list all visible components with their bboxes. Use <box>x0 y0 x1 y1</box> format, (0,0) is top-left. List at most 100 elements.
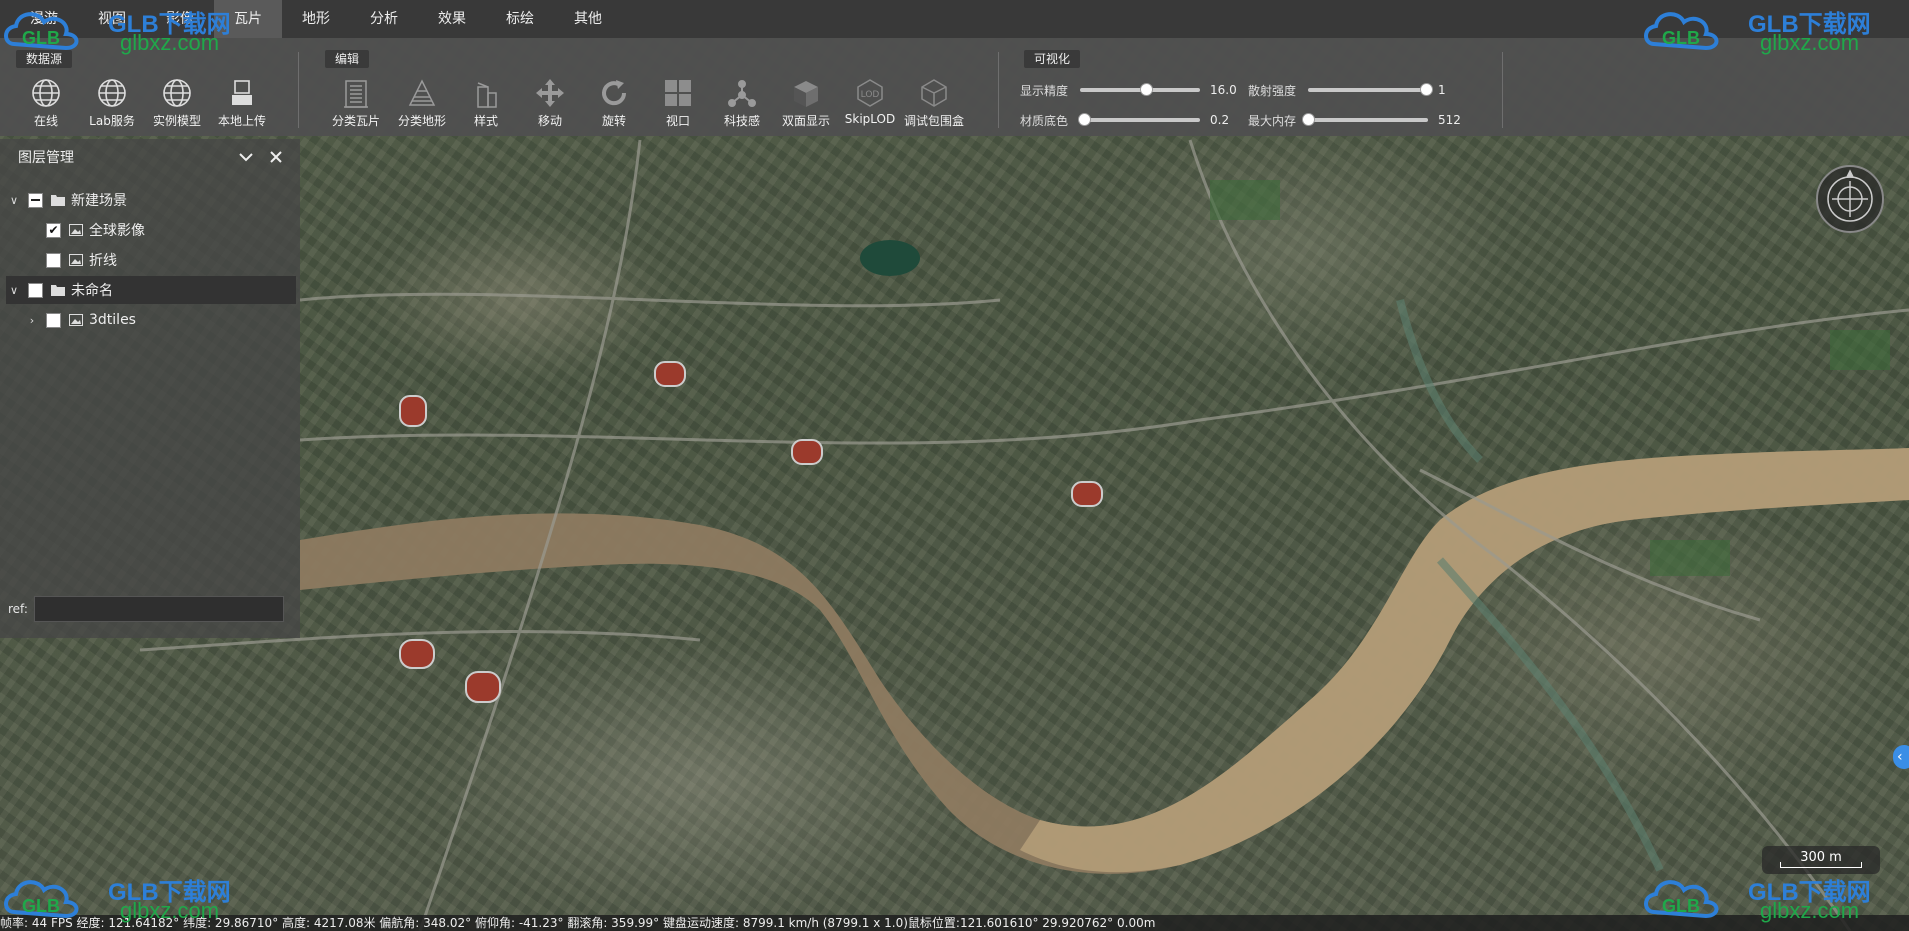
layer-panel-title: 图层管理 <box>18 150 74 166</box>
tree-checkbox[interactable] <box>28 192 43 208</box>
tree-node-new-scene[interactable]: ∨ 新建场景 <box>6 186 296 214</box>
globe-icon <box>163 79 191 107</box>
watermark-site: glbxz.com <box>120 898 220 923</box>
tree-node-label: 折线 <box>89 253 117 269</box>
group-title-visual: 可视化 <box>1024 50 1081 68</box>
slider-value: 1 <box>1438 83 1446 97</box>
bounding-box-icon <box>921 79 947 107</box>
debug-bounding-box-button[interactable]: 调试包围盒 <box>902 76 966 132</box>
menu-effects[interactable]: 效果 <box>418 0 486 38</box>
side-panel-toggle[interactable]: ‹ <box>1893 745 1909 769</box>
slider-value: 512 <box>1438 113 1461 127</box>
watermark-logo: GLB GLB下载网 glbxz.com <box>1640 868 1900 924</box>
watermark-site: glbxz.com <box>120 30 220 55</box>
scatter-intensity-slider: 散射强度 1 <box>1248 80 1446 100</box>
tree-checkbox[interactable] <box>46 252 61 268</box>
ribbon-divider <box>1502 52 1503 128</box>
folder-icon <box>51 195 65 206</box>
classify-terrain-button[interactable]: 分类地形 <box>390 76 454 132</box>
cloud-logo-icon: GLB <box>4 12 79 51</box>
image-icon <box>69 314 83 326</box>
ribbon-toolbar: 数据源 在线 Lab服务 实例模型 本地上传 编辑 分类瓦片 分类地形 样式 移… <box>0 38 1909 136</box>
tree-checkbox[interactable] <box>28 282 43 298</box>
cloud-logo-icon: GLB <box>1644 12 1719 51</box>
upload-icon <box>232 80 252 105</box>
viewport-icon <box>665 80 691 106</box>
local-upload-button[interactable]: 本地上传 <box>210 76 274 132</box>
watermark-site: glbxz.com <box>1760 30 1860 55</box>
slider-track[interactable] <box>1308 83 1433 96</box>
chevron-down-icon[interactable] <box>238 149 254 165</box>
menu-other[interactable]: 其他 <box>554 0 622 38</box>
ref-input[interactable] <box>33 596 284 622</box>
move-button[interactable]: 移动 <box>518 76 582 132</box>
tree-node-label: 新建场景 <box>71 193 127 209</box>
expand-arrow-icon[interactable]: ∨ <box>6 194 22 207</box>
ref-label: ref: <box>8 602 28 616</box>
viewport-button[interactable]: 视口 <box>646 76 710 132</box>
classify-tile-button[interactable]: 分类瓦片 <box>324 76 388 132</box>
close-icon[interactable] <box>268 149 284 165</box>
tree-checkbox[interactable]: ✔ <box>46 222 61 238</box>
tool-label: Lab服务 <box>89 114 135 128</box>
slider-track[interactable] <box>1302 113 1428 126</box>
watermark-logo: GLB GLB下载网 glbxz.com <box>1640 0 1900 56</box>
style-button[interactable]: 样式 <box>454 76 518 132</box>
layer-panel-header: 图层管理 <box>0 139 300 175</box>
slider-thumb[interactable] <box>1140 83 1153 96</box>
slider-thumb[interactable] <box>1419 83 1433 96</box>
tree-node-global-imagery[interactable]: ✔ 全球影像 <box>6 216 296 244</box>
tree-node-3dtiles[interactable]: › 3dtiles <box>6 306 296 334</box>
globe-icon <box>98 79 126 107</box>
expand-arrow-icon[interactable]: ∨ <box>6 284 22 297</box>
skiplod-button[interactable]: LOD SkipLOD <box>838 76 902 132</box>
cloud-logo-icon: GLB <box>4 880 79 919</box>
slider-value: 0.2 <box>1210 113 1230 127</box>
tool-label: 分类地形 <box>397 114 446 128</box>
top-menu-bar: 漫游 视图 影像 瓦片 地形 分析 效果 标绘 其他 <box>0 0 1909 38</box>
tool-label: 本地上传 <box>217 114 266 128</box>
tech-icon <box>728 80 756 107</box>
tree-node-label: 3dtiles <box>89 312 136 328</box>
slider-thumb[interactable] <box>1302 113 1315 126</box>
display-precision-slider: 显示精度 16.0 <box>1020 80 1237 100</box>
slider-thumb[interactable] <box>1077 113 1091 126</box>
double-side-button[interactable]: 双面显示 <box>774 76 838 132</box>
menu-terrain[interactable]: 地形 <box>282 0 350 38</box>
slider-value: 16.0 <box>1210 83 1237 97</box>
tool-label: SkipLOD <box>844 112 896 126</box>
watermark-site: glbxz.com <box>1760 898 1860 923</box>
move-icon <box>536 79 564 107</box>
tree-checkbox[interactable] <box>46 312 61 328</box>
classify-tile-icon <box>344 80 368 108</box>
lab-service-button[interactable]: Lab服务 <box>80 76 144 132</box>
rotate-button[interactable]: 旋转 <box>582 76 646 132</box>
tool-label: 实例模型 <box>152 114 201 128</box>
tree-node-unnamed[interactable]: ∨ 未命名 <box>6 276 296 304</box>
tool-label: 双面显示 <box>781 114 830 128</box>
style-icon <box>477 82 497 108</box>
slider-label: 显示精度 <box>1020 83 1069 98</box>
navigation-compass[interactable] <box>1816 165 1884 233</box>
online-button[interactable]: 在线 <box>14 76 78 132</box>
tool-label: 在线 <box>33 114 58 128</box>
tool-label: 旋转 <box>601 114 626 128</box>
group-title-edit: 编辑 <box>325 50 370 68</box>
tree-node-label: 未命名 <box>71 283 113 299</box>
menu-analysis[interactable]: 分析 <box>350 0 418 38</box>
compass-icon <box>1827 169 1873 222</box>
globe-icon <box>32 79 60 107</box>
tool-label: 视口 <box>665 114 690 128</box>
layer-panel: 图层管理 ∨ 新建场景 ✔ 全球影像 折线 ∨ 未命名 › 3dtiles re… <box>0 139 300 638</box>
slider-track[interactable] <box>1080 83 1200 96</box>
tool-label: 科技感 <box>723 114 760 128</box>
tech-style-button[interactable]: 科技感 <box>710 76 774 132</box>
slider-label: 最大内存 <box>1248 113 1297 128</box>
tool-label: 分类瓦片 <box>331 114 380 128</box>
tool-label: 样式 <box>473 114 498 128</box>
tree-node-polyline[interactable]: 折线 <box>6 246 296 274</box>
instance-model-button[interactable]: 实例模型 <box>145 76 209 132</box>
menu-plot[interactable]: 标绘 <box>486 0 554 38</box>
slider-track[interactable] <box>1077 113 1200 126</box>
expand-arrow-icon[interactable]: › <box>24 314 40 327</box>
